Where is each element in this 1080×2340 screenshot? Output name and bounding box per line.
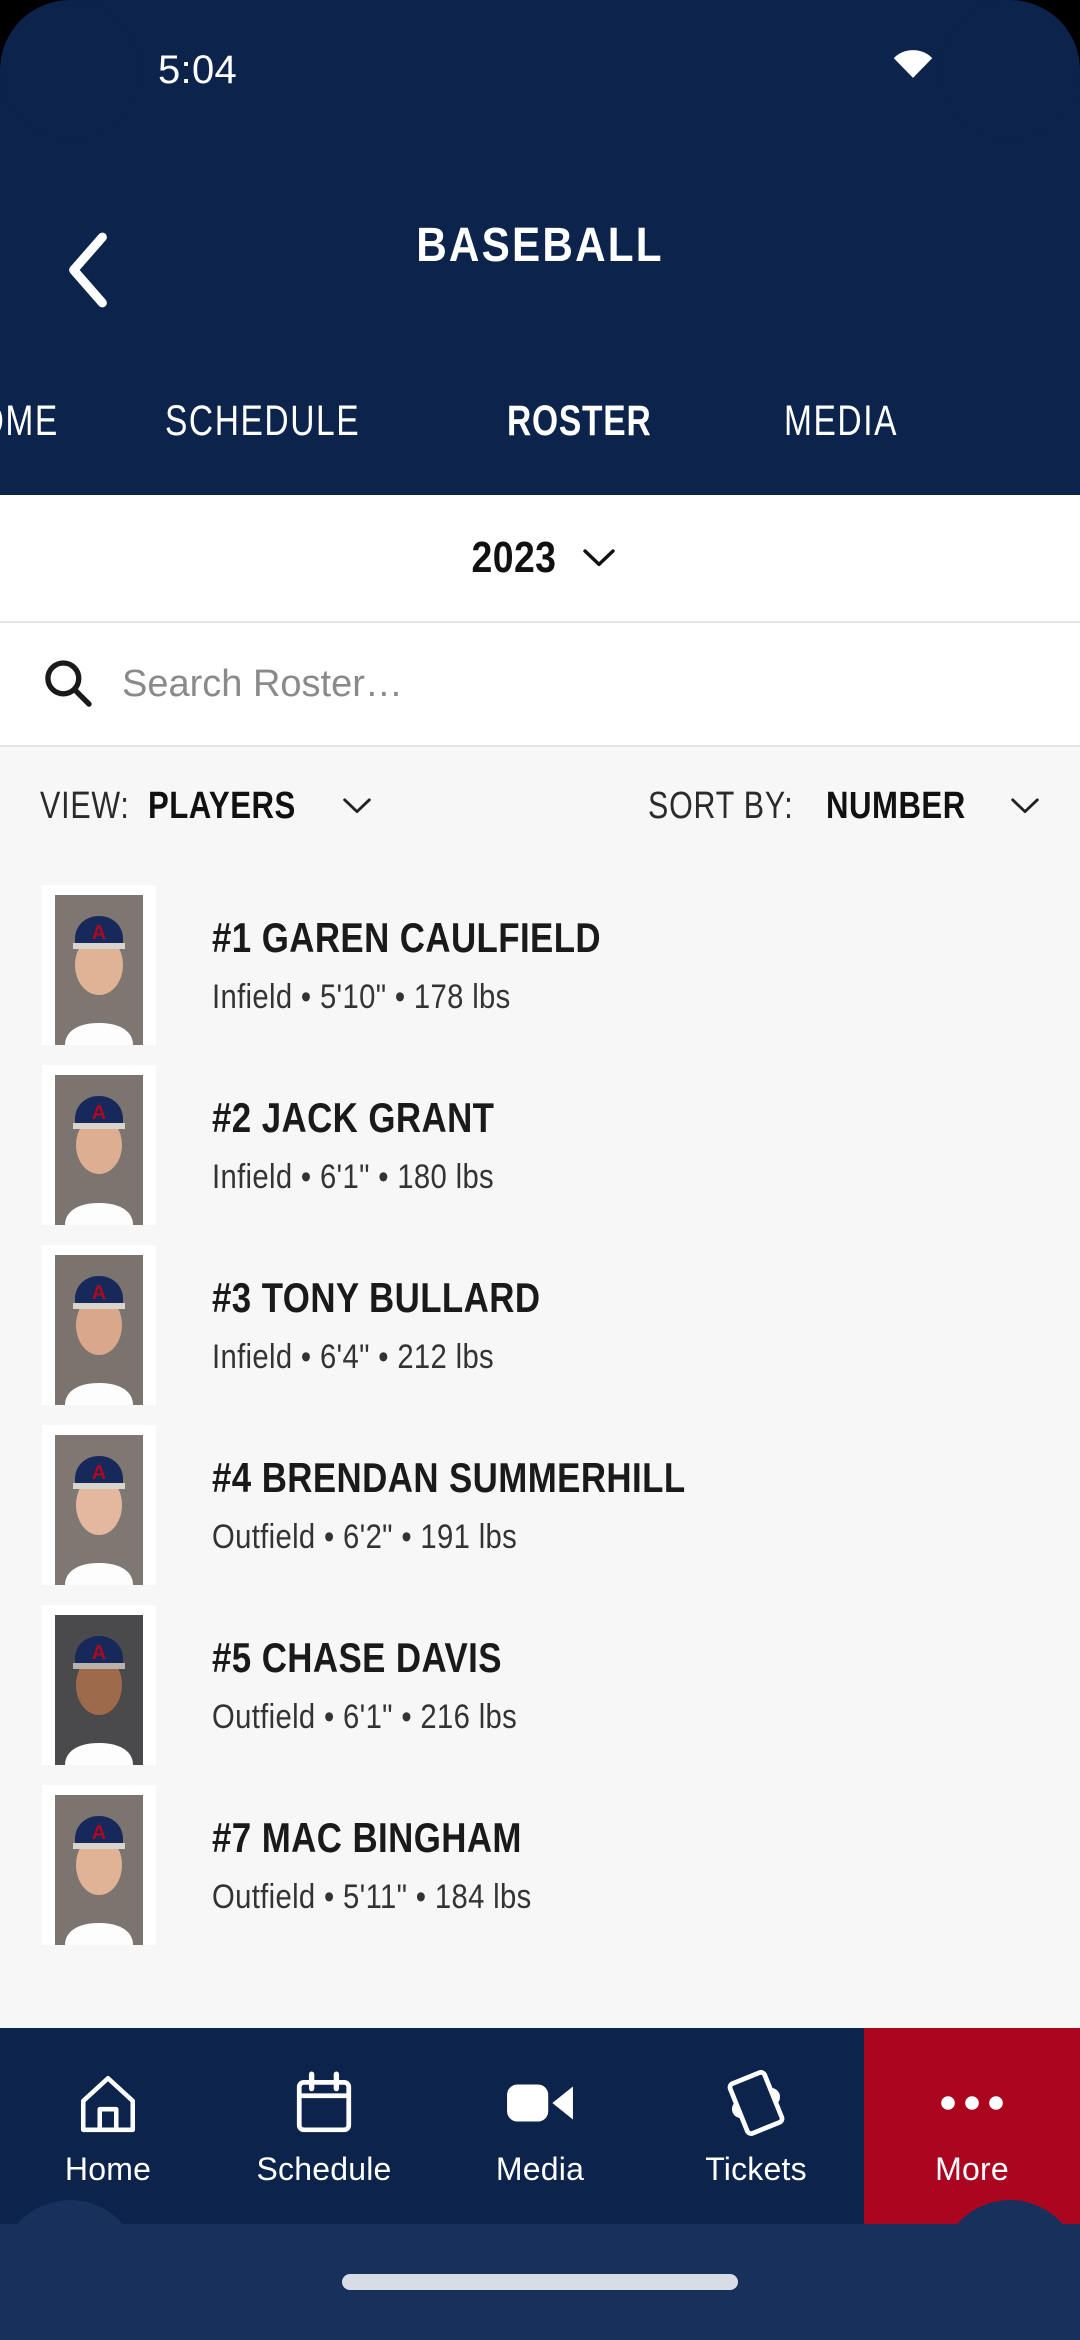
gesture-home-bar[interactable] xyxy=(342,2274,738,2290)
player-row[interactable]: A #2 JACK GRANT Infield • 6'1" • 180 lbs xyxy=(0,1055,1080,1235)
headshot-image: A xyxy=(55,1435,143,1585)
player-row[interactable]: A #7 MAC BINGHAM Outfield • 5'11" • 184 … xyxy=(0,1775,1080,1955)
player-list: A #1 GAREN CAULFIELD Infield • 5'10" • 1… xyxy=(0,865,1080,1955)
view-filter[interactable]: VIEW: PLAYERS xyxy=(40,785,372,828)
headshot-image: A xyxy=(55,895,143,1045)
player-headshot: A xyxy=(42,1605,156,1765)
phone-screen: 5:04 BASEBALL HOME SCHEDULE xyxy=(0,0,1080,2340)
headshot-image: A xyxy=(55,1615,143,1765)
chevron-down-icon xyxy=(343,798,371,814)
battery-icon xyxy=(1008,44,1030,81)
page-title: BASEBALL xyxy=(416,219,664,272)
player-meta: Infield • 6'4" • 212 lbs xyxy=(212,1338,495,1376)
svg-text:A: A xyxy=(92,1822,106,1844)
tab-roster[interactable]: ROSTER xyxy=(507,397,651,446)
player-meta: Outfield • 6'1" • 216 lbs xyxy=(212,1698,518,1736)
player-info: #1 GAREN CAULFIELD Infield • 5'10" • 178… xyxy=(212,913,681,1017)
svg-text:A: A xyxy=(92,1282,106,1304)
calendar-icon xyxy=(293,2065,355,2141)
player-headshot: A xyxy=(42,885,156,1045)
ticket-icon xyxy=(724,2065,788,2141)
player-name: #4 BRENDAN SUMMERHILL xyxy=(212,1454,686,1501)
player-name: #2 JACK GRANT xyxy=(212,1094,495,1141)
nav-item-media[interactable]: Media xyxy=(432,2028,648,2224)
tab-media[interactable]: MEDIA xyxy=(784,397,898,446)
player-name: #7 MAC BINGHAM xyxy=(212,1814,522,1861)
player-name: #3 TONY BULLARD xyxy=(212,1274,541,1321)
status-bar: 5:04 xyxy=(0,0,1080,120)
nav-label-more: More xyxy=(935,2150,1009,2187)
sort-filter[interactable]: SORT BY: NUMBER xyxy=(648,785,1040,828)
roster-content: 2023 VIEW: PLAYERS SORT BY: xyxy=(0,495,1080,2144)
sort-filter-value: NUMBER xyxy=(825,784,966,827)
nav-item-home[interactable]: Home xyxy=(0,2028,216,2224)
status-icon-group xyxy=(892,44,1032,82)
headshot-image: A xyxy=(55,1795,143,1945)
player-info: #3 TONY BULLARD Infield • 6'4" • 212 lbs xyxy=(212,1273,608,1377)
ellipsis-icon xyxy=(937,2065,1007,2141)
player-headshot: A xyxy=(42,1425,156,1585)
nav-label-home: Home xyxy=(64,2150,152,2187)
search-bar[interactable] xyxy=(0,623,1080,747)
front-camera-punchhole xyxy=(42,38,114,110)
tab-schedule[interactable]: SCHEDULE xyxy=(165,397,360,446)
player-meta: Outfield • 6'2" • 191 lbs xyxy=(212,1518,518,1556)
player-row[interactable]: A #1 GAREN CAULFIELD Infield • 5'10" • 1… xyxy=(0,875,1080,1055)
nav-label-tickets: Tickets xyxy=(705,2150,807,2187)
home-icon xyxy=(75,2065,141,2141)
sort-filter-prefix: SORT BY: xyxy=(647,784,794,827)
video-camera-icon xyxy=(505,2065,575,2141)
nav-item-more[interactable]: More xyxy=(864,2028,1080,2224)
player-row[interactable]: A #4 BRENDAN SUMMERHILL Outfield • 6'2" … xyxy=(0,1415,1080,1595)
wifi-icon xyxy=(893,50,933,78)
nav-label-media: Media xyxy=(495,2150,585,2187)
player-info: #4 BRENDAN SUMMERHILL Outfield • 6'2" • … xyxy=(212,1453,783,1557)
player-info: #7 MAC BINGHAM Outfield • 5'11" • 184 lb… xyxy=(212,1813,585,1917)
player-info: #2 JACK GRANT Infield • 6'1" • 180 lbs xyxy=(212,1093,552,1197)
bottom-navigation: Home Schedule Media Tickets More xyxy=(0,2028,1080,2224)
player-row[interactable]: A #3 TONY BULLARD Infield • 6'4" • 212 l… xyxy=(0,1235,1080,1415)
nav-label-schedule: Schedule xyxy=(256,2150,392,2187)
season-selector[interactable]: 2023 xyxy=(0,495,1080,623)
svg-text:A: A xyxy=(92,1642,106,1664)
section-tab-strip[interactable]: HOME SCHEDULE ROSTER MEDIA xyxy=(0,347,1080,495)
player-meta: Outfield • 5'11" • 184 lbs xyxy=(212,1878,532,1916)
svg-text:A: A xyxy=(92,922,106,944)
player-meta: Infield • 6'1" • 180 lbs xyxy=(212,1158,495,1196)
cellular-signal-icon xyxy=(954,49,986,77)
system-gesture-area xyxy=(0,2224,1080,2340)
player-info: #5 CHASE DAVIS Outfield • 6'1" • 216 lbs xyxy=(212,1633,567,1737)
nav-item-schedule[interactable]: Schedule xyxy=(216,2028,432,2224)
view-filter-prefix: VIEW: xyxy=(40,784,130,827)
status-time: 5:04 xyxy=(158,48,238,92)
player-row[interactable]: A #5 CHASE DAVIS Outfield • 6'1" • 216 l… xyxy=(0,1595,1080,1775)
filter-row: VIEW: PLAYERS SORT BY: NUMBER xyxy=(0,747,1080,865)
chevron-down-icon xyxy=(583,549,615,567)
player-headshot: A xyxy=(42,1065,156,1225)
headshot-image: A xyxy=(55,1075,143,1225)
player-headshot: A xyxy=(42,1785,156,1945)
search-icon xyxy=(45,660,92,707)
view-filter-value: PLAYERS xyxy=(148,784,296,827)
app-header: BASEBALL HOME SCHEDULE ROSTER MEDIA xyxy=(0,120,1080,495)
svg-text:A: A xyxy=(92,1462,106,1484)
player-name: #5 CHASE DAVIS xyxy=(212,1634,502,1681)
search-input[interactable] xyxy=(122,662,1080,706)
nav-item-tickets[interactable]: Tickets xyxy=(648,2028,864,2224)
player-headshot: A xyxy=(42,1245,156,1405)
chevron-down-icon xyxy=(1011,798,1039,814)
player-name: #1 GAREN CAULFIELD xyxy=(212,914,602,961)
player-meta: Infield • 5'10" • 178 lbs xyxy=(212,978,511,1016)
svg-text:A: A xyxy=(92,1102,106,1124)
season-value: 2023 xyxy=(471,533,557,582)
tab-home[interactable]: HOME xyxy=(0,397,59,446)
headshot-image: A xyxy=(55,1255,143,1405)
